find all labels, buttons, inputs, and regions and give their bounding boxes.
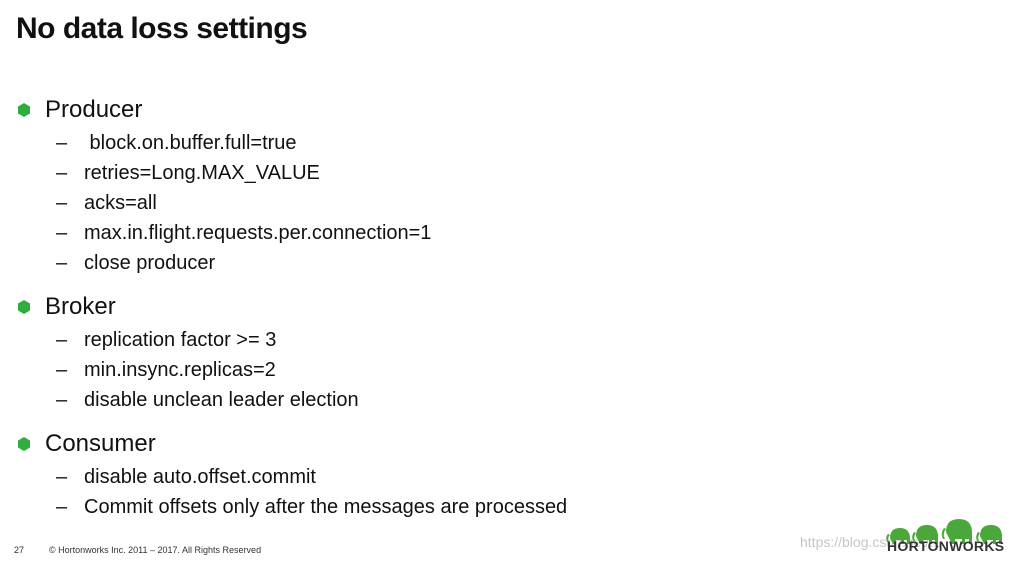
list-item: – replication factor >= 3: [18, 325, 359, 355]
section-title: Consumer: [45, 430, 156, 457]
list-item: – Commit offsets only after the messages …: [18, 492, 567, 522]
list-item-text: close producer: [84, 251, 216, 274]
hexagon-bullet-icon: [18, 437, 30, 451]
slide-title: No data loss settings: [16, 12, 308, 45]
section-broker: Broker – replication factor >= 3 – min.ins…: [18, 292, 359, 415]
hexagon-bullet-icon: [18, 300, 30, 314]
list-item-text: acks=all: [84, 191, 157, 214]
list-item: – acks=all: [18, 188, 431, 218]
dash-icon: –: [56, 495, 68, 518]
list-item-text: disable auto.offset.commit: [84, 465, 316, 488]
dash-icon: –: [56, 388, 68, 411]
copyright-notice: © Hortonworks Inc. 2011 – 2017. All Righ…: [49, 545, 262, 555]
list-item: – block.on.buffer.full=true: [18, 128, 431, 158]
dash-icon: –: [56, 161, 68, 184]
list-item-text: retries=Long.MAX_VALUE: [84, 161, 320, 184]
list-item-text: max.in.flight.requests.per.connection=1: [84, 221, 432, 244]
list-item-text: min.insync.replicas=2: [84, 358, 276, 381]
dash-icon: –: [56, 251, 68, 274]
list-item: – min.insync.replicas=2: [18, 355, 359, 385]
dash-icon: –: [56, 131, 68, 154]
section-title: Broker: [45, 293, 116, 320]
section-consumer: Consumer – disable auto.offset.commit – Co…: [18, 429, 567, 522]
list-item: – disable auto.offset.commit: [18, 462, 567, 492]
list-item: – close producer: [18, 248, 431, 278]
dash-icon: –: [56, 328, 68, 351]
list-item: – disable unclean leader election: [18, 385, 359, 415]
list-item: – max.in.flight.requests.per.connection=1: [18, 218, 431, 248]
dash-icon: –: [56, 221, 68, 244]
dash-icon: –: [56, 358, 68, 381]
list-item: – retries=Long.MAX_VALUE: [18, 158, 431, 188]
page-number: 27: [14, 545, 25, 555]
company-logo-text: HORTONWORKS: [887, 538, 1005, 554]
section-title: Producer: [45, 96, 143, 123]
list-item-text: block.on.buffer.full=true: [84, 131, 297, 154]
dash-icon: –: [56, 191, 68, 214]
dash-icon: –: [56, 465, 68, 488]
hexagon-bullet-icon: [18, 103, 30, 117]
list-item-text: Commit offsets only after the messages a…: [84, 495, 568, 518]
list-item-text: replication factor >= 3: [84, 328, 277, 351]
section-producer: Producer – block.on.buffer.full=true – re…: [18, 95, 431, 278]
list-item-text: disable unclean leader election: [84, 388, 359, 411]
